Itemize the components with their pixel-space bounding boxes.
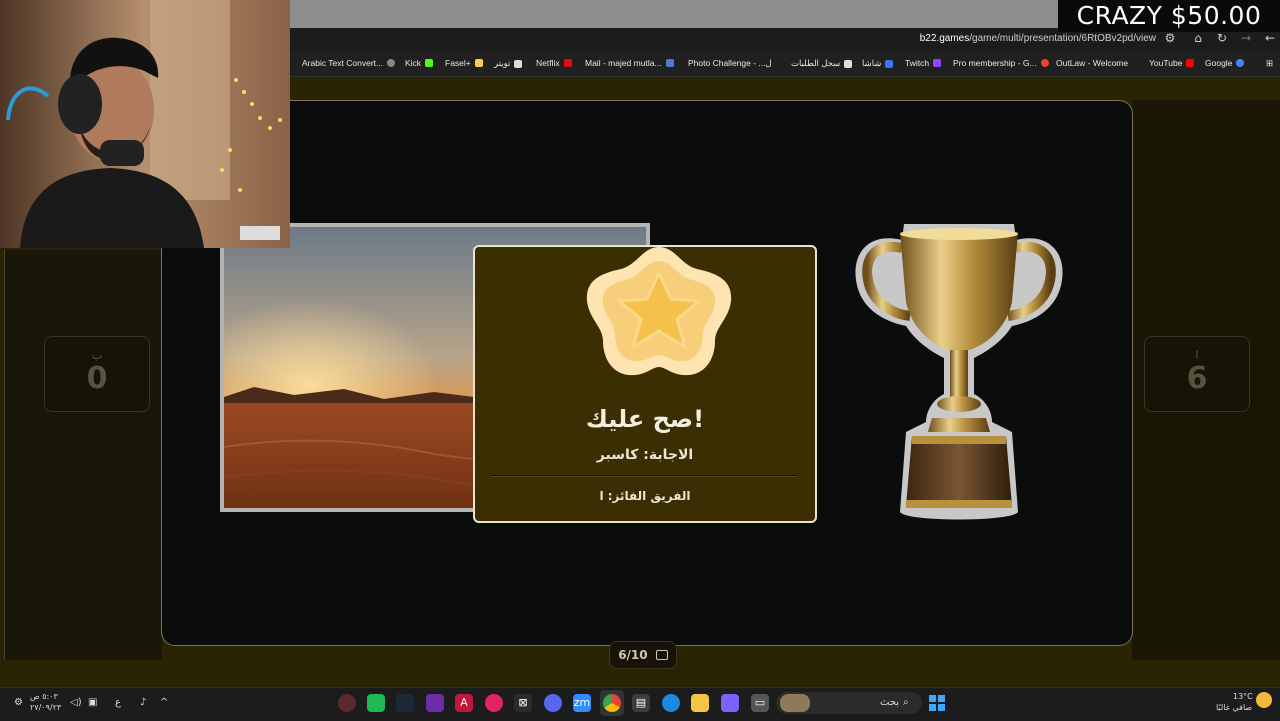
weather-temp[interactable]: 13°C <box>1233 692 1253 701</box>
bookmark-item[interactable]: Arabic Text Convert... <box>302 58 396 68</box>
taskbar-app-icon[interactable]: ▭ <box>751 694 769 712</box>
left-side-panel <box>4 250 162 660</box>
search-placeholder[interactable]: بحث <box>880 697 899 708</box>
app-icon[interactable] <box>338 694 356 712</box>
score-team-a: ا 6 <box>1144 336 1250 412</box>
streamer-webcam <box>0 0 290 248</box>
bookmark-item[interactable]: شاشا <box>862 58 894 69</box>
image-icon <box>655 650 668 660</box>
discord-icon[interactable] <box>544 694 562 712</box>
app-red-icon[interactable] <box>485 694 503 712</box>
bookmark-item[interactable]: Netflix <box>536 58 572 68</box>
result-card: صح عليك! الاجابة: كاسبر الفريق الفائز: ا <box>473 245 817 523</box>
bookmark-item[interactable]: Twitch <box>905 58 942 68</box>
microphone-icon[interactable]: ♪ <box>140 697 146 708</box>
bookmark-item[interactable]: OutLaw - Welcome <box>1056 58 1128 68</box>
bookmark-item[interactable]: Google <box>1205 58 1245 68</box>
trophy-icon <box>852 222 1066 524</box>
xbox-icon[interactable]: ⊠ <box>514 694 532 712</box>
result-title: صح عليك! <box>585 405 705 433</box>
star-icon <box>585 243 733 381</box>
bookmark-item[interactable]: تويتر <box>494 58 523 69</box>
store-icon[interactable]: ▤ <box>632 694 650 712</box>
steam-icon[interactable] <box>396 694 414 712</box>
copilot-icon[interactable] <box>721 694 739 712</box>
site-settings-icon[interactable]: ⚙ <box>1162 31 1178 45</box>
notification-icon[interactable]: ⚙ <box>14 697 23 708</box>
team-score: 6 <box>1186 361 1208 396</box>
question-counter: 6/10 <box>609 641 677 669</box>
home-icon[interactable]: ⌂ <box>1190 31 1206 45</box>
clock-date[interactable]: ٢٧/٠٩/٢٣ <box>30 703 61 712</box>
chrome-icon[interactable] <box>603 694 621 712</box>
team-score: 0 <box>86 361 108 396</box>
language-indicator[interactable]: ع <box>115 697 121 708</box>
app-green-icon[interactable] <box>367 694 385 712</box>
weather-icon[interactable] <box>1256 692 1272 708</box>
winner-text: الفريق الفائز: ا <box>599 489 691 503</box>
bookmark-item[interactable]: سجل الطلبات <box>791 58 853 69</box>
weather-desc[interactable]: صافي غالبًا <box>1216 703 1252 712</box>
bookmark-item[interactable]: Fasel+ <box>445 58 483 68</box>
donation-overlay: CRAZY $50.00 <box>1058 0 1280 32</box>
twitch-studio-icon[interactable] <box>426 694 444 712</box>
bookmark-item[interactable]: Pro membership - G... <box>953 58 1049 68</box>
zoom-icon[interactable]: zm <box>573 694 591 712</box>
back-icon[interactable]: ← <box>1262 31 1278 45</box>
search-icon[interactable]: ⌕ <box>903 697 909 708</box>
score-team-b: ب 0 <box>44 336 150 412</box>
search-highlight-icon <box>780 694 810 712</box>
forward-icon[interactable]: → <box>1238 31 1254 45</box>
adobe-icon[interactable]: A <box>455 694 473 712</box>
bookmark-item[interactable]: YouTube <box>1149 58 1195 68</box>
bookmark-item[interactable]: Kick <box>405 58 434 68</box>
bookmark-item[interactable]: Mail - majed mutla... <box>585 58 674 68</box>
answer-text: الاجابة: كاسبر <box>596 447 694 463</box>
card-divider <box>491 475 797 477</box>
network-icon[interactable]: ▣ <box>88 697 97 708</box>
edge-icon[interactable] <box>662 694 680 712</box>
question-counter-text: 6/10 <box>618 648 648 662</box>
apps-grid-icon[interactable]: ⊞ <box>1266 58 1273 69</box>
windows-start-icon[interactable] <box>928 694 946 712</box>
bookmark-item[interactable]: Photo Challenge - ...ل <box>688 58 772 69</box>
url-text[interactable]: b22.games/game/multi/presentation/6RtOBv… <box>920 33 1156 44</box>
chevron-up-icon[interactable]: ^ <box>160 697 168 708</box>
volume-icon[interactable]: ◁) <box>70 697 82 708</box>
clock-time[interactable]: ٥:٠٣ ص <box>30 692 58 701</box>
reload-icon[interactable]: ↻ <box>1214 31 1230 45</box>
file-explorer-icon[interactable] <box>691 694 709 712</box>
